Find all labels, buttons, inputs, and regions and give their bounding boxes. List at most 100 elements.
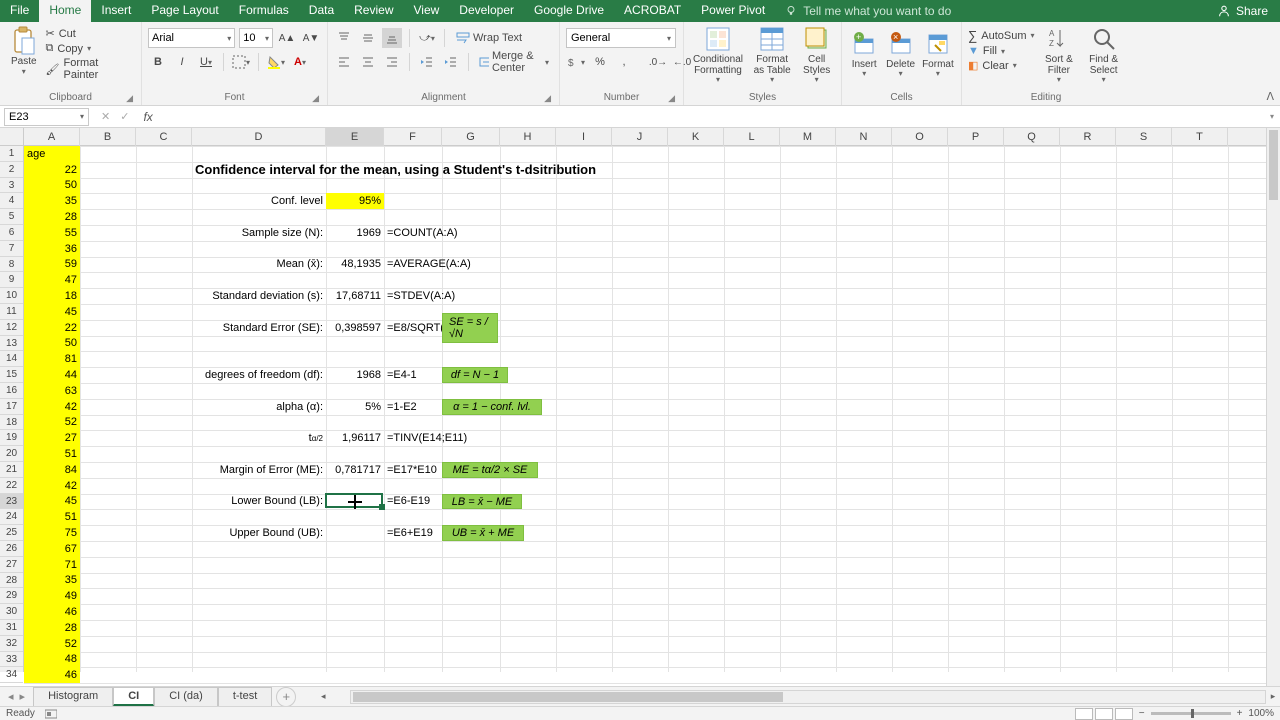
col-header-O[interactable]: O [892, 128, 948, 146]
row-header-16[interactable]: 16 [0, 383, 23, 399]
tab-formulas[interactable]: Formulas [229, 0, 299, 22]
row-headers[interactable]: 1234567891011121314151617181920212223242… [0, 146, 24, 672]
cell-A31[interactable]: 28 [24, 620, 80, 636]
italic-button[interactable]: I [172, 52, 192, 72]
percent-format-icon[interactable]: % [590, 52, 610, 72]
cell-D21[interactable]: Margin of Error (ME): [192, 462, 326, 478]
cell-D15[interactable]: degrees of freedom (df): [192, 367, 326, 383]
horizontal-scrollbar[interactable] [350, 690, 1266, 704]
row-header-2[interactable]: 2 [0, 162, 23, 178]
cut-button[interactable]: ✂Cut [46, 27, 135, 40]
delete-cells-button[interactable]: ×Delete▾ [884, 24, 916, 86]
row-header-27[interactable]: 27 [0, 557, 23, 573]
row-header-18[interactable]: 18 [0, 415, 23, 431]
normal-view-icon[interactable] [1075, 708, 1093, 720]
expand-formula-bar-icon[interactable]: ▾ [1264, 112, 1280, 121]
cell-A13[interactable]: 50 [24, 336, 80, 352]
cell-A18[interactable]: 52 [24, 415, 80, 431]
cell-A17[interactable]: 42 [24, 399, 80, 415]
col-header-P[interactable]: P [948, 128, 1004, 146]
row-header-26[interactable]: 26 [0, 541, 23, 557]
row-header-8[interactable]: 8 [0, 257, 23, 273]
font-dialog-launcher[interactable]: ◢ [312, 93, 319, 104]
row-header-29[interactable]: 29 [0, 588, 23, 604]
col-header-M[interactable]: M [780, 128, 836, 146]
cell-E17[interactable]: 5% [326, 399, 384, 415]
cell-A10[interactable]: 18 [24, 288, 80, 304]
col-header-K[interactable]: K [668, 128, 724, 146]
row-header-9[interactable]: 9 [0, 272, 23, 288]
cell-A26[interactable]: 67 [24, 541, 80, 557]
cell-A33[interactable]: 48 [24, 652, 80, 668]
cell-A11[interactable]: 45 [24, 304, 80, 320]
cell-A23[interactable]: 45 [24, 494, 80, 510]
cell-D6[interactable]: Sample size (N): [192, 225, 326, 241]
row-header-12[interactable]: 12 [0, 320, 23, 336]
tab-review[interactable]: Review [344, 0, 403, 22]
share-button[interactable]: Share [1205, 0, 1280, 22]
tab-google-drive[interactable]: Google Drive [524, 0, 614, 22]
add-sheet-button[interactable]: + [276, 687, 296, 707]
cell-D19[interactable]: tα/2 [192, 430, 326, 446]
row-header-15[interactable]: 15 [0, 367, 23, 383]
orientation-button[interactable]: ⤻ ▾ [417, 28, 437, 48]
cell-A4[interactable]: 35 [24, 193, 80, 209]
comma-format-icon[interactable]: , [614, 52, 634, 72]
enter-formula-icon[interactable]: ✓ [120, 110, 129, 123]
cell-A25[interactable]: 75 [24, 525, 80, 541]
cell-A15[interactable]: 44 [24, 367, 80, 383]
row-header-20[interactable]: 20 [0, 446, 23, 462]
cancel-formula-icon[interactable]: ✕ [101, 110, 110, 123]
format-cells-button[interactable]: Format▾ [921, 24, 955, 86]
cell-D12[interactable]: Standard Error (SE): [192, 320, 326, 336]
cell-D2[interactable]: Confidence interval for the mean, using … [192, 162, 692, 178]
cell-E8[interactable]: 48,1935 [326, 257, 384, 273]
cell-D8[interactable]: Mean (x̄): [192, 257, 326, 273]
cell-E15[interactable]: 1968 [326, 367, 384, 383]
cell-A8[interactable]: 59 [24, 257, 80, 273]
align-center-icon[interactable] [358, 52, 378, 72]
cell-A6[interactable]: 55 [24, 225, 80, 241]
align-top-icon[interactable] [334, 28, 354, 48]
decrease-font-icon[interactable]: A▼ [301, 28, 321, 48]
row-header-23[interactable]: 23 [0, 494, 23, 510]
row-header-5[interactable]: 5 [0, 209, 23, 225]
row-header-32[interactable]: 32 [0, 636, 23, 652]
sheet-tab-ci[interactable]: CI [113, 687, 154, 706]
cell-A29[interactable]: 49 [24, 588, 80, 604]
underline-button[interactable]: U ▾ [196, 52, 216, 72]
scroll-left-icon[interactable]: ◂ [316, 691, 330, 702]
cell-E19[interactable]: 1,96117 [326, 430, 384, 446]
cell-D4[interactable]: Conf. level [192, 193, 326, 209]
align-middle-icon[interactable] [358, 28, 378, 48]
cell-A7[interactable]: 36 [24, 241, 80, 257]
find-select-button[interactable]: Find & Select▾ [1083, 24, 1124, 86]
col-header-B[interactable]: B [80, 128, 136, 146]
decrease-indent-icon[interactable] [417, 52, 437, 72]
row-header-7[interactable]: 7 [0, 241, 23, 257]
row-header-34[interactable]: 34 [0, 667, 23, 683]
align-right-icon[interactable] [382, 52, 402, 72]
macro-record-icon[interactable] [45, 709, 57, 719]
align-left-icon[interactable] [334, 52, 354, 72]
cell-D10[interactable]: Standard deviation (s): [192, 288, 326, 304]
format-painter-button[interactable]: 🖌Format Painter [46, 57, 135, 81]
col-header-R[interactable]: R [1060, 128, 1116, 146]
col-header-N[interactable]: N [836, 128, 892, 146]
row-header-3[interactable]: 3 [0, 178, 23, 194]
col-header-C[interactable]: C [136, 128, 192, 146]
col-header-E[interactable]: E [326, 128, 384, 146]
tab-page-layout[interactable]: Page Layout [141, 0, 228, 22]
alignment-dialog-launcher[interactable]: ◢ [544, 93, 551, 104]
row-header-33[interactable]: 33 [0, 652, 23, 668]
clear-button[interactable]: ◧Clear ▾ [968, 59, 1035, 72]
fill-color-button[interactable]: ▾ [266, 52, 286, 72]
fx-icon[interactable]: fx [143, 110, 152, 124]
wrap-text-button[interactable]: Wrap Text [452, 28, 526, 48]
format-as-table-button[interactable]: Format as Table▾ [750, 24, 794, 86]
row-header-25[interactable]: 25 [0, 525, 23, 541]
cell-A24[interactable]: 51 [24, 509, 80, 525]
cell-F6[interactable]: =COUNT(A:A) [384, 225, 504, 241]
zoom-slider[interactable] [1151, 712, 1231, 715]
sheet-tab-t-test[interactable]: t-test [218, 687, 272, 706]
